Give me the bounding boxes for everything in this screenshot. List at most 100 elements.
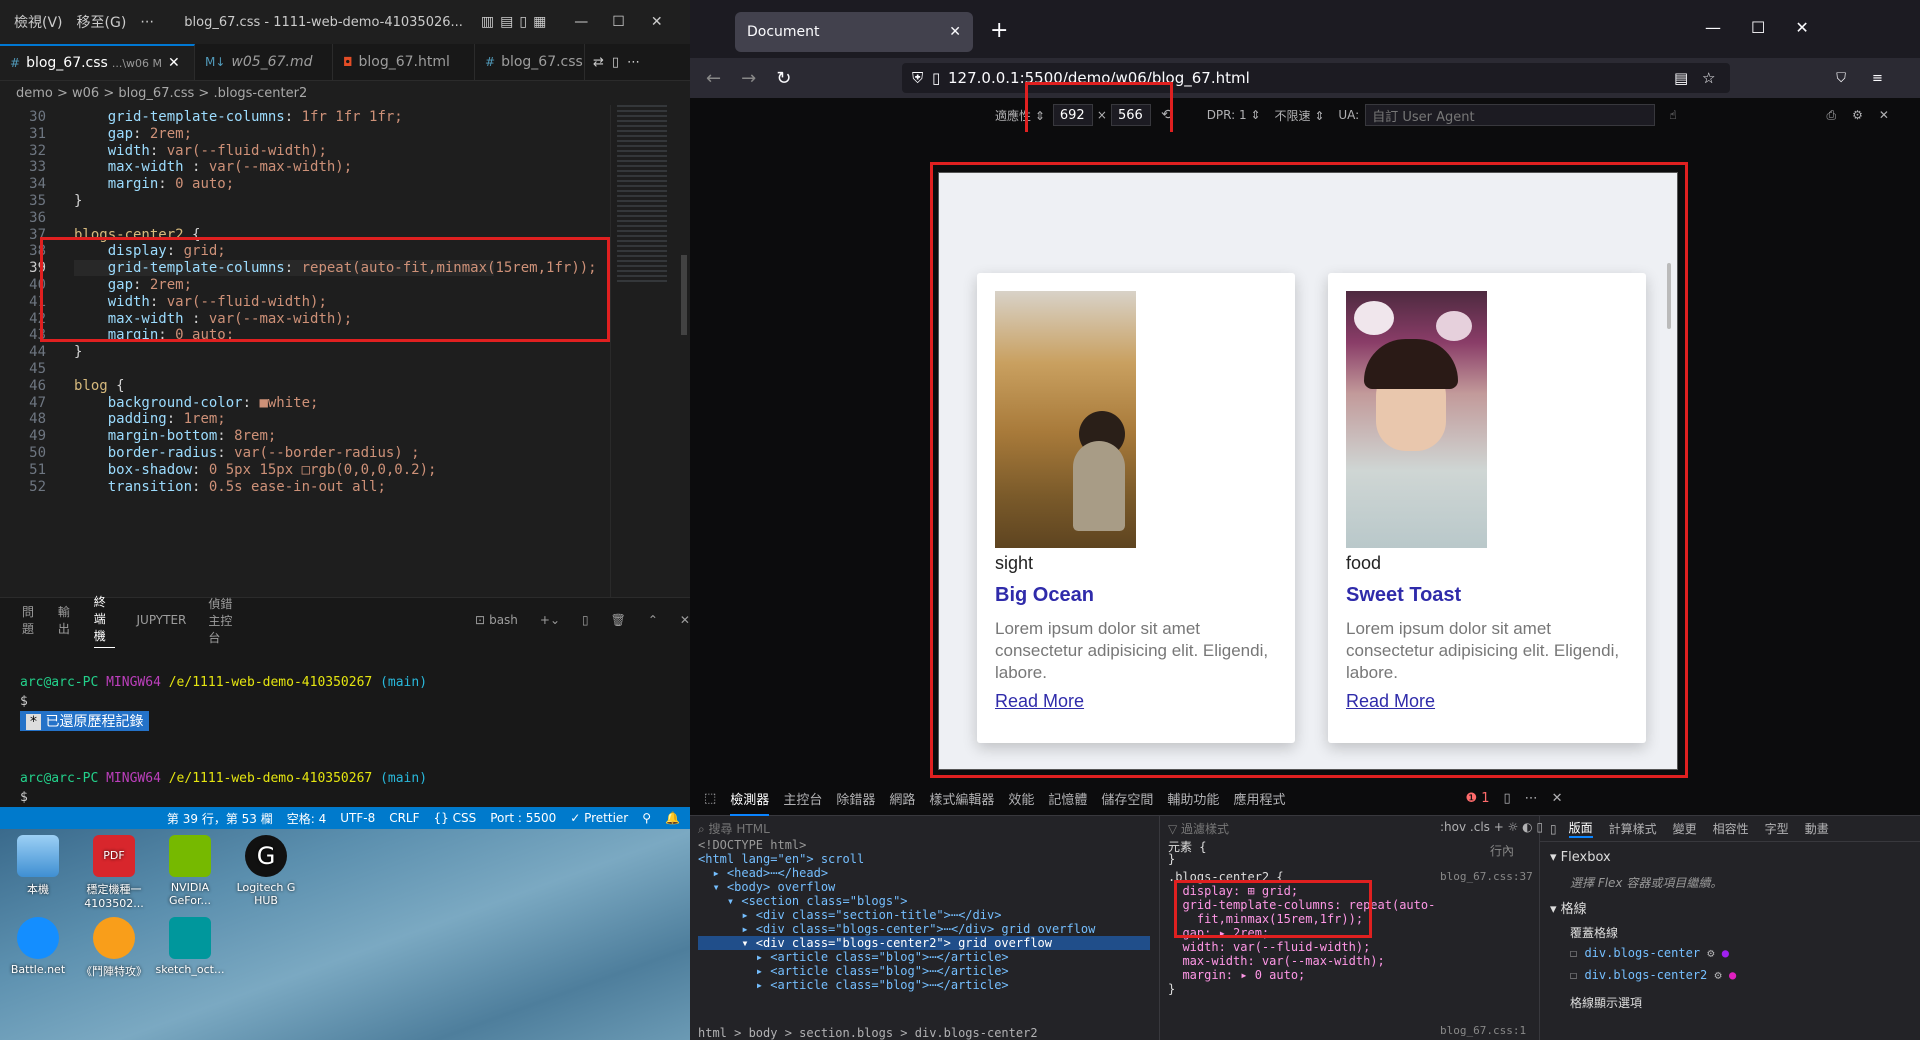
desktop-icon-sketch[interactable]: sketch_oct... — [154, 917, 226, 976]
css-source-link-2[interactable]: blog_67.css:1 — [1440, 1024, 1526, 1037]
tab-console[interactable]: 主控台 — [783, 789, 822, 808]
code-line[interactable]: box-shadow: 0 5px 15px □rgb(0,0,0,0.2); — [74, 462, 437, 478]
menu-more[interactable]: ⋯ — [140, 14, 154, 30]
tab-w05-md[interactable]: M↓ w05_67.md — [195, 44, 333, 80]
reader-icon[interactable]: ▤ — [1674, 69, 1688, 87]
html-node[interactable]: ▸ <article class="blog">⋯</article> — [698, 964, 1009, 978]
close-window-button[interactable]: ✕ — [651, 14, 663, 30]
close-tab-icon[interactable]: ✕ — [949, 24, 961, 40]
desktop-icon-logitech[interactable]: G Logitech G HUB — [230, 835, 302, 907]
accounts-icon[interactable]: ⚲ — [642, 811, 651, 825]
desktop-icon-battlenet[interactable]: Battle.net — [2, 917, 74, 976]
filter-styles[interactable]: ▽ 過濾樣式 — [1168, 820, 1229, 837]
grid-item-2[interactable]: ☐ div.blogs-center2 ⚙ ● — [1570, 968, 1736, 982]
html-node[interactable]: <html lang="en"> scroll — [698, 852, 864, 866]
forward-icon[interactable]: → — [741, 68, 756, 89]
html-node[interactable]: ▸ <article class="blog">⋯</article> — [698, 950, 1009, 964]
desktop-icon-overwatch[interactable]: 《鬥陣特攻》 — [78, 917, 150, 979]
html-node[interactable]: ▾ <body> overflow — [698, 880, 835, 894]
layout-icons[interactable]: ▥▤▯▦ — [481, 14, 552, 30]
desktop-icon-nvidia[interactable]: NVIDIA GeFor... — [154, 835, 226, 907]
tab-style-editor[interactable]: 樣式編輯器 — [929, 789, 994, 808]
html-node[interactable]: ▸ <div class="blogs-center">⋯</div> grid… — [698, 922, 1095, 936]
code-line[interactable]: margin-bottom: 8rem; — [74, 428, 277, 444]
css-line[interactable]: margin: ▸ 0 auto; — [1168, 968, 1305, 982]
code-line[interactable]: width: var(--fluid-width); — [74, 143, 327, 159]
grid-item-1[interactable]: ☐ div.blogs-center ⚙ ● — [1570, 946, 1729, 960]
ua-input[interactable]: 自訂 User Agent — [1365, 104, 1656, 126]
code-line[interactable]: max-width : var(--max-width); — [74, 159, 352, 175]
html-node[interactable]: ▸ <head>⋯</head> — [698, 866, 828, 880]
grid-display-options[interactable]: 格線顯示選項 — [1570, 994, 1642, 1011]
screenshot-icon[interactable]: ⎙ — [1827, 108, 1837, 123]
tab-layout[interactable]: 版面 — [1568, 819, 1593, 838]
code-line[interactable]: gap: 2rem; — [74, 126, 192, 142]
minimap[interactable] — [610, 105, 690, 597]
browser-tab[interactable]: Document ✕ — [735, 12, 973, 52]
code-line[interactable]: padding: 1rem; — [74, 411, 226, 427]
code-line[interactable]: background-color: ■white; — [74, 395, 319, 411]
code-line[interactable]: grid-template-columns: 1fr 1fr 1fr; — [74, 109, 403, 125]
html-node[interactable]: ▾ <div class="blogs-center2"> grid overf… — [698, 936, 1150, 950]
html-node[interactable]: ▸ <div class="section-title">⋯</div> — [698, 908, 1001, 922]
settings-icon[interactable]: ⚙ — [1852, 108, 1863, 122]
maximize-panel-icon[interactable]: ⌃ — [648, 613, 658, 627]
tab-computed[interactable]: 計算樣式 — [1609, 820, 1657, 837]
menu-icon[interactable]: ≡ — [1872, 71, 1883, 86]
tab-application[interactable]: 應用程式 — [1233, 789, 1285, 808]
tab-accessibility[interactable]: 輔助功能 — [1167, 789, 1219, 808]
html-node[interactable]: ▾ <section class="blogs"> — [698, 894, 908, 908]
tab-jupyter[interactable]: JUPYTER — [137, 613, 187, 627]
desktop-icon-pdf[interactable]: PDF 穩定機種一 4103502... — [78, 835, 150, 910]
tab-debug-console[interactable]: 偵錯主控台 — [208, 595, 243, 646]
pocket-icon[interactable]: ⛉ — [1836, 71, 1846, 86]
pseudo-toggles[interactable]: :hov .cls + ☼ ◐ ▯ — [1440, 820, 1543, 834]
status-position[interactable]: 第 39 行，第 53 欄 — [167, 810, 273, 827]
status-indent[interactable]: 空格: 4 — [287, 810, 327, 827]
css-line[interactable]: } — [1168, 852, 1175, 866]
tab-storage[interactable]: 儲存空間 — [1101, 789, 1153, 808]
menu-view[interactable]: 檢視(V) — [14, 12, 63, 32]
code-line[interactable]: border-radius: var(--border-radius) ; — [74, 445, 420, 461]
tab-output[interactable]: 輸出 — [58, 603, 72, 637]
maximize-button[interactable]: ☐ — [612, 14, 625, 30]
code-line[interactable]: transition: 0.5s ease-in-out all; — [74, 479, 386, 495]
dpr-select[interactable]: DPR: 1 ⇕ — [1207, 108, 1261, 122]
close-devtools-icon[interactable]: ✕ — [1552, 791, 1563, 806]
pick-element-icon[interactable]: ⬚ — [704, 791, 716, 806]
css-line[interactable]: width: var(--fluid-width); — [1168, 940, 1370, 954]
back-icon[interactable]: ← — [706, 68, 721, 89]
tab-terminal[interactable]: 終端機 — [93, 593, 115, 648]
shell-label[interactable]: bash — [489, 613, 518, 627]
code-line[interactable]: } — [74, 193, 82, 209]
new-tab-button[interactable]: + — [990, 18, 1008, 43]
tab-animations[interactable]: 動畫 — [1805, 820, 1829, 837]
css-line[interactable]: max-width: var(--max-width); — [1168, 954, 1384, 968]
minimize-button[interactable]: — — [574, 14, 588, 30]
code-editor[interactable]: 30 grid-template-columns: 1fr 1fr 1fr; 31… — [0, 105, 610, 597]
tab-memory[interactable]: 記憶體 — [1048, 789, 1087, 808]
code-line[interactable]: } — [74, 344, 82, 360]
html-search[interactable]: ⌕ 搜尋 HTML — [698, 820, 1138, 837]
tab-network[interactable]: 網路 — [889, 789, 915, 808]
tab-compat[interactable]: 相容性 — [1713, 820, 1749, 837]
tab-blog-html[interactable]: ◘ blog_67.html — [333, 44, 475, 80]
close-icon[interactable]: ✕ — [168, 55, 180, 71]
status-language[interactable]: {} CSS — [434, 811, 477, 825]
css-source-link[interactable]: blog_67.css:37 — [1440, 870, 1533, 883]
breadcrumb[interactable]: demo > w06 > blog_67.css > .blogs-center… — [0, 81, 690, 105]
tab-inspector[interactable]: 檢測器 — [730, 789, 770, 816]
toggle-sidebar-icon[interactable]: ▯ — [1550, 822, 1557, 836]
bookmark-star-icon[interactable]: ☆ — [1702, 69, 1715, 87]
tab-problems[interactable]: 問題 — [22, 603, 36, 637]
tab-fonts[interactable]: 字型 — [1765, 820, 1789, 837]
menu-goto[interactable]: 移至(G) — [77, 12, 127, 32]
throttle-select[interactable]: 不限速 ⇕ — [1275, 107, 1325, 124]
tab-blog-css[interactable]: # blog_67.css ...\w06 M ✕ — [0, 44, 195, 80]
reload-icon[interactable]: ↻ — [776, 68, 791, 89]
touch-icon[interactable]: ☝ — [1669, 108, 1676, 122]
trash-icon[interactable]: 🗑 — [611, 613, 626, 627]
code-line[interactable]: blog { — [74, 378, 125, 394]
shield-icon[interactable]: ⛨ — [912, 69, 923, 87]
window-controls[interactable]: —☐✕ — [1705, 18, 1839, 37]
